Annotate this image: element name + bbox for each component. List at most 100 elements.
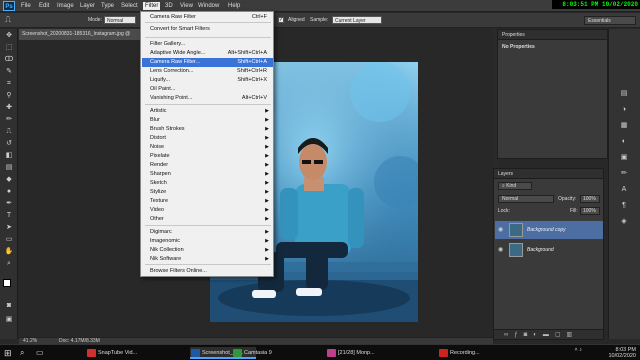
filter-menu-item-digimarc[interactable]: Digimarc ▶ xyxy=(142,228,273,237)
quick-select-tool-icon[interactable]: ✎ xyxy=(4,67,14,76)
blur-tool-icon[interactable]: ◆ xyxy=(4,175,14,184)
zoom-tool-icon[interactable]: ⌕ xyxy=(4,259,14,268)
opacity-input[interactable]: 100% xyxy=(580,195,600,203)
filter-menu-item-convert-for-smart-filters[interactable]: Convert for Smart Filters xyxy=(142,25,273,34)
hand-tool-icon[interactable]: ✋ xyxy=(4,247,14,256)
windows-start-icon[interactable]: ⊞ xyxy=(4,348,12,359)
filter-menu-item-render[interactable]: Render ▶ xyxy=(142,161,273,170)
menu-window[interactable]: Window xyxy=(196,2,221,10)
tray-icons[interactable]: ˄ ♪ xyxy=(560,347,583,353)
shape-tool-icon[interactable]: ▭ xyxy=(4,235,14,244)
layer-kind-filter[interactable]: ⌕ Kind xyxy=(498,182,532,190)
filter-menu-item-noise[interactable]: Noise ▶ xyxy=(142,143,273,152)
filter-menu-item-camera-raw-filter[interactable]: Camera Raw Filter Ctrl+F xyxy=(142,13,273,22)
filter-menu-item-sketch[interactable]: Sketch ▶ xyxy=(142,179,273,188)
styles-panel-icon[interactable]: ▣ xyxy=(619,153,629,162)
menu-layer[interactable]: Layer xyxy=(78,2,97,10)
workspace-select[interactable]: Essentials xyxy=(584,16,636,25)
filter-menu-item-oil-paint[interactable]: Oil Paint... xyxy=(142,85,273,94)
filter-menu-item-filter-gallery[interactable]: Filter Gallery... xyxy=(142,40,273,49)
move-tool-icon[interactable]: ✥ xyxy=(4,31,14,40)
filter-menu-item-brush-strokes[interactable]: Brush Strokes ▶ xyxy=(142,125,273,134)
fx-icon[interactable]: ƒ xyxy=(514,332,523,338)
filter-menu-item-nik-software[interactable]: Nik Software ▶ xyxy=(142,255,273,264)
brush-panel-icon[interactable]: ✏ xyxy=(619,169,629,178)
visibility-eye-icon[interactable]: ◉ xyxy=(498,221,503,239)
filter-menu-item-imagenomic[interactable]: Imagenomic ▶ xyxy=(142,237,273,246)
filter-menu-item-sharpen[interactable]: Sharpen ▶ xyxy=(142,170,273,179)
screen-mode-icon[interactable]: ▣ xyxy=(4,315,14,324)
fill-input[interactable]: 100% xyxy=(580,207,600,215)
folder-icon[interactable]: ▬ xyxy=(543,332,555,338)
menu-type[interactable]: Type xyxy=(99,2,116,10)
aligned-checkbox[interactable]: ✓ xyxy=(278,17,284,23)
history-brush-tool-icon[interactable]: ↺ xyxy=(4,139,14,148)
menu-help[interactable]: Help xyxy=(226,2,242,10)
filter-menu-item-texture[interactable]: Texture ▶ xyxy=(142,197,273,206)
link-layers-icon[interactable]: ∞ xyxy=(504,332,514,338)
taskbar-item[interactable]: [21/28] Monp... xyxy=(326,347,396,359)
mask-icon[interactable]: ◙ xyxy=(524,332,534,338)
character-panel-icon[interactable]: A xyxy=(619,185,629,194)
clone-stamp-icon[interactable]: ⎍ xyxy=(3,15,13,24)
healing-brush-tool-icon[interactable]: ✚ xyxy=(4,103,14,112)
filter-menu-item-pixelate[interactable]: Pixelate ▶ xyxy=(142,152,273,161)
taskbar-item[interactable]: Camtasia 9 xyxy=(232,347,296,359)
new-layer-icon[interactable]: ▢ xyxy=(555,332,567,338)
pen-tool-icon[interactable]: ✒ xyxy=(4,199,14,208)
quick-mask-icon[interactable]: ◙ xyxy=(4,301,14,310)
gradient-tool-icon[interactable]: ▤ xyxy=(4,163,14,172)
taskbar-item[interactable]: Recording... xyxy=(438,347,498,359)
swatches-panel-icon[interactable]: ▦ xyxy=(619,121,629,130)
filter-menu-item-blur[interactable]: Blur ▶ xyxy=(142,116,273,125)
mode-select[interactable]: Normal xyxy=(104,16,136,24)
task-view-icon[interactable]: ▭ xyxy=(36,348,44,357)
filter-menu-item-artistic[interactable]: Artistic ▶ xyxy=(142,107,273,116)
filter-menu-item-camera-raw-filter[interactable]: Camera Raw Filter... Shift+Ctrl+A xyxy=(142,58,273,67)
filter-menu-item-distort[interactable]: Distort ▶ xyxy=(142,134,273,143)
history-panel-icon[interactable]: ▤ xyxy=(619,89,629,98)
visibility-eye-icon[interactable]: ◉ xyxy=(498,241,503,259)
marquee-tool-icon[interactable]: ⬚ xyxy=(4,43,14,52)
system-clock[interactable]: 8:03 PM 10/02/2020 xyxy=(594,347,636,359)
menu-view[interactable]: View xyxy=(178,2,195,10)
channels-panel-icon[interactable]: ◈ xyxy=(619,217,629,226)
dodge-tool-icon[interactable]: ● xyxy=(4,187,14,196)
filter-menu-item-video[interactable]: Video ▶ xyxy=(142,206,273,215)
blend-mode-select[interactable]: Normal xyxy=(498,195,554,203)
document-tab[interactable]: Screenshot_20200831-185316_Instagram.jpg… xyxy=(19,29,147,40)
filter-menu-item-browse-filters-online[interactable]: Browse Filters Online... xyxy=(142,267,273,276)
sample-select[interactable]: Current Layer xyxy=(332,16,382,24)
color-panel-icon[interactable]: ◑ xyxy=(619,105,629,114)
trash-icon[interactable]: ▥ xyxy=(567,332,579,338)
search-icon[interactable]: ⌕ xyxy=(20,348,24,358)
menu-file[interactable]: File xyxy=(19,2,33,10)
filter-menu-item-vanishing-point[interactable]: Vanishing Point... Alt+Ctrl+V xyxy=(142,94,273,103)
filter-menu-item-stylize[interactable]: Stylize ▶ xyxy=(142,188,273,197)
menu-select[interactable]: Select xyxy=(119,2,140,10)
layers-panel-title[interactable]: Layers xyxy=(494,169,603,179)
menu-image[interactable]: Image xyxy=(55,2,76,10)
crop-tool-icon[interactable]: ⌗ xyxy=(4,79,14,88)
menu-filter[interactable]: Filter xyxy=(143,2,161,10)
brush-tool-icon[interactable]: ✏ xyxy=(4,115,14,124)
type-tool-icon[interactable]: T xyxy=(4,211,14,220)
properties-panel-title[interactable]: Properties xyxy=(498,30,607,40)
eraser-tool-icon[interactable]: ◧ xyxy=(4,151,14,160)
menu-edit[interactable]: Edit xyxy=(37,2,51,10)
filter-menu-item-other[interactable]: Other ▶ xyxy=(142,215,273,224)
lasso-tool-icon[interactable]: ↀ xyxy=(4,55,14,64)
paragraph-panel-icon[interactable]: ¶ xyxy=(619,201,629,210)
adjustment-icon[interactable]: ◐ xyxy=(533,332,543,338)
layer-row[interactable]: ◉ Background copy xyxy=(495,221,603,239)
menu-3d[interactable]: 3D xyxy=(163,2,175,10)
filter-menu-item-nik-collection[interactable]: Nik Collection ▶ xyxy=(142,246,273,255)
path-select-tool-icon[interactable]: ➤ xyxy=(4,223,14,232)
taskbar-item[interactable]: SnapTube Vid... xyxy=(86,347,166,359)
clone-stamp-tool-icon[interactable]: ⎍ xyxy=(4,127,14,136)
eyedropper-tool-icon[interactable]: ⚲ xyxy=(4,91,14,100)
filter-menu-item-liquify[interactable]: Liquify... Shift+Ctrl+X xyxy=(142,76,273,85)
adjustments-panel-icon[interactable]: ◐ xyxy=(619,137,629,146)
filter-menu-item-lens-correction[interactable]: Lens Correction... Shift+Ctrl+R xyxy=(142,67,273,76)
layer-row[interactable]: ◉ Background xyxy=(495,241,603,259)
